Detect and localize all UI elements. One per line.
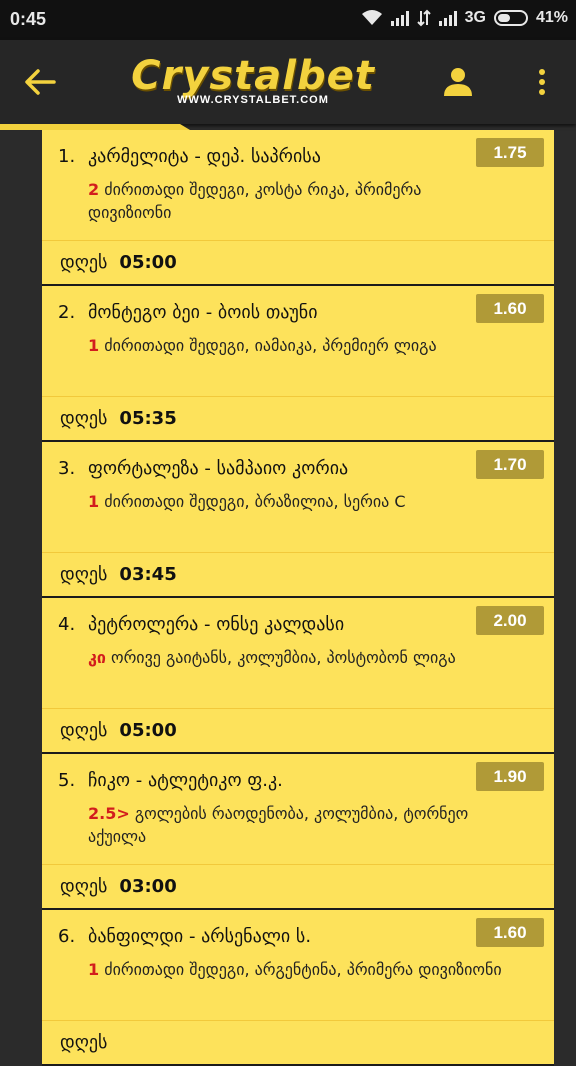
bet-pick: 1	[88, 960, 100, 979]
bet-card-body: 6. ბანფილდი - არსენალი ს. 1.60 1 ძირითადი…	[42, 910, 554, 1021]
battery-icon	[493, 10, 528, 26]
match-title: 1. კარმელიტა - დეპ. საპრისა	[58, 146, 321, 167]
match-time: 03:45	[119, 564, 177, 585]
match-name: პეტროლერა - ონსე კალდასი	[88, 614, 345, 635]
data-transfer-icon	[416, 9, 431, 27]
bet-number: 6.	[58, 926, 76, 947]
match-name: მონტეგო ბეი - ბოის თაუნი	[88, 302, 318, 323]
signal-icon	[390, 10, 409, 26]
bet-market: ძირითადი შედეგი, ბრაზილია, სერია C	[99, 492, 406, 511]
odds-badge[interactable]: 1.75	[476, 138, 544, 167]
match-time-row: დღეს	[42, 1021, 554, 1064]
bet-card-3[interactable]: 3. ფორტალეზა - სამპაიო კორია 1.70 1 ძირით…	[42, 442, 554, 598]
bet-pick: 2	[88, 180, 100, 199]
match-time-row: დღეს 03:45	[42, 553, 554, 596]
more-vert-icon[interactable]	[530, 64, 554, 100]
bet-market: ძირითადი შედეგი, კოსტა რიკა, პრიმერა დივ…	[88, 180, 422, 222]
odds-badge[interactable]: 2.00	[476, 606, 544, 635]
bet-pick: 1	[88, 336, 100, 355]
status-icons: 3G 41%	[361, 9, 568, 27]
match-time: 05:00	[119, 252, 177, 273]
bet-card-4[interactable]: 4. პეტროლერა - ონსე კალდასი 2.00 კი ორივე…	[42, 598, 554, 754]
bet-market: გოლების რაოდენობა, კოლუმბია, ტორნეო აქუი…	[88, 804, 469, 846]
match-title: 6. ბანფილდი - არსენალი ს.	[58, 926, 311, 947]
bet-market: ორივე გაიტანს, კოლუმბია, პოსტობონ ლიგა	[105, 648, 456, 667]
bet-card-1[interactable]: 1. კარმელიტა - დეპ. საპრისა 1.75 2 ძირითა…	[42, 130, 554, 286]
match-time-row: დღეს 05:00	[42, 241, 554, 284]
match-day: დღეს	[60, 252, 108, 273]
odds-badge[interactable]: 1.60	[476, 294, 544, 323]
signal-icon-2	[438, 10, 457, 26]
bet-number: 2.	[58, 302, 76, 323]
bet-description: 1 ძირითადი შედეგი, ბრაზილია, სერია C	[88, 490, 508, 513]
bet-card-body: 5. ჩიკო - ატლეტიკო ფ.კ. 1.90 2.5> გოლების…	[42, 754, 554, 865]
bet-market: ძირითადი შედეგი, არგენტინა, პრიმერა დივი…	[99, 960, 502, 979]
match-time: 03:00	[119, 876, 177, 897]
bet-card-body: 3. ფორტალეზა - სამპაიო კორია 1.70 1 ძირით…	[42, 442, 554, 553]
bet-description: 2 ძირითადი შედეგი, კოსტა რიკა, პრიმერა დ…	[88, 178, 508, 224]
match-title: 5. ჩიკო - ატლეტიკო ფ.კ.	[58, 770, 283, 791]
bet-card-2[interactable]: 2. მონტეგო ბეი - ბოის თაუნი 1.60 1 ძირითა…	[42, 286, 554, 442]
bet-description: კი ორივე გაიტანს, კოლუმბია, პოსტობონ ლიგ…	[88, 646, 508, 669]
match-day: დღეს	[60, 720, 108, 741]
match-time: 05:35	[119, 408, 177, 429]
match-name: კარმელიტა - დეპ. საპრისა	[88, 146, 321, 167]
match-day: დღეს	[60, 876, 108, 897]
wifi-icon	[361, 10, 382, 25]
status-time: 0:45	[10, 9, 47, 29]
match-title: 2. მონტეგო ბეი - ბოის თაუნი	[58, 302, 318, 323]
logo-brand: Crystalbet	[131, 53, 375, 99]
back-arrow-icon[interactable]	[20, 62, 60, 102]
bet-number: 1.	[58, 146, 76, 167]
user-icon[interactable]	[440, 64, 476, 100]
bet-card-body: 2. მონტეგო ბეი - ბოის თაუნი 1.60 1 ძირითა…	[42, 286, 554, 397]
bet-pick: კი	[88, 648, 106, 667]
bet-pick: 2.5>	[88, 804, 130, 823]
bet-description: 1 ძირითადი შედეგი, იამაიკა, პრემიერ ლიგა	[88, 334, 508, 357]
match-time-row: დღეს 03:00	[42, 865, 554, 908]
match-name: ფორტალეზა - სამპაიო კორია	[88, 458, 349, 479]
match-day: დღეს	[60, 1032, 108, 1053]
app-bar: Crystalbet WWW.CRYSTALBET.COM	[0, 40, 576, 124]
bet-number: 3.	[58, 458, 76, 479]
bet-card-5[interactable]: 5. ჩიკო - ატლეტიკო ფ.კ. 1.90 2.5> გოლების…	[42, 754, 554, 910]
match-time-row: დღეს 05:35	[42, 397, 554, 440]
match-name: ჩიკო - ატლეტიკო ფ.კ.	[88, 770, 283, 791]
bet-card-6[interactable]: 6. ბანფილდი - არსენალი ს. 1.60 1 ძირითადი…	[42, 910, 554, 1066]
crystalbet-logo: Crystalbet WWW.CRYSTALBET.COM	[128, 54, 378, 110]
match-time: 05:00	[119, 720, 177, 741]
bet-card-body: 1. კარმელიტა - დეპ. საპრისა 1.75 2 ძირითა…	[42, 130, 554, 241]
bet-pick: 1	[88, 492, 100, 511]
match-title: 4. პეტროლერა - ონსე კალდასი	[58, 614, 344, 635]
bet-market: ძირითადი შედეგი, იამაიკა, პრემიერ ლიგა	[99, 336, 437, 355]
odds-badge[interactable]: 1.90	[476, 762, 544, 791]
bet-description: 1 ძირითადი შედეგი, არგენტინა, პრიმერა დი…	[88, 958, 508, 981]
match-name: ბანფილდი - არსენალი ს.	[88, 926, 312, 947]
bet-description: 2.5> გოლების რაოდენობა, კოლუმბია, ტორნეო…	[88, 802, 508, 848]
match-day: დღეს	[60, 564, 108, 585]
match-time-row: დღეს 05:00	[42, 709, 554, 752]
odds-badge[interactable]: 1.70	[476, 450, 544, 479]
status-bar: 0:45 3G 41%	[0, 0, 576, 40]
bet-number: 5.	[58, 770, 76, 791]
network-type: 3G	[464, 9, 486, 26]
bet-card-body: 4. პეტროლერა - ონსე კალდასი 2.00 კი ორივე…	[42, 598, 554, 709]
match-day: დღეს	[60, 408, 108, 429]
battery-percent: 41%	[535, 9, 568, 26]
bet-slip-list: 1. კარმელიტა - დეპ. საპრისა 1.75 2 ძირითა…	[42, 130, 554, 1066]
bet-number: 4.	[58, 614, 76, 635]
match-title: 3. ფორტალეზა - სამპაიო კორია	[58, 458, 348, 479]
odds-badge[interactable]: 1.60	[476, 918, 544, 947]
